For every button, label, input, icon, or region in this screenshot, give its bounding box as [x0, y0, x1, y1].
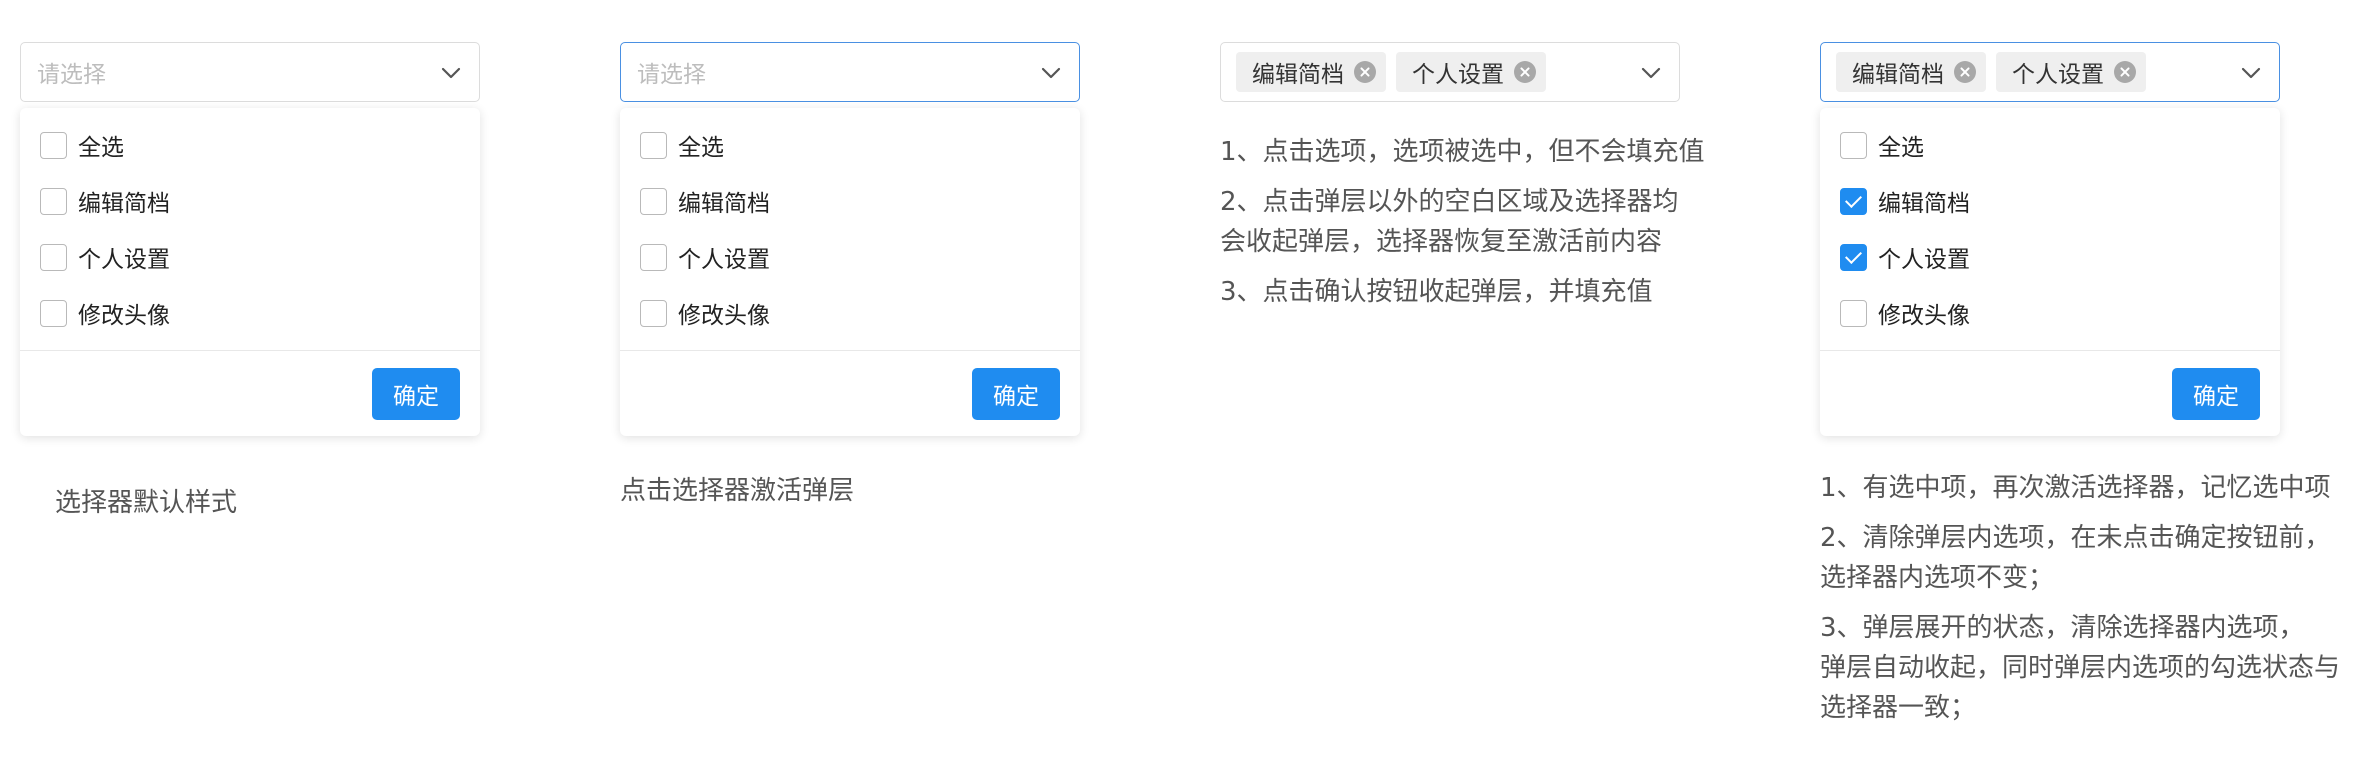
option-personal-settings[interactable]: 个人设置 [640, 237, 770, 277]
option-label: 修改头像 [678, 303, 770, 329]
option-label: 全选 [1878, 135, 1924, 161]
tag-close-icon[interactable] [1514, 61, 1536, 83]
confirm-button[interactable]: 确定 [372, 368, 460, 420]
option-label: 个人设置 [1878, 247, 1970, 273]
option-select-all[interactable]: 全选 [640, 125, 724, 165]
dropdown-panel: 全选 编辑简档 个人设置 修改头像 确定 [1820, 108, 2280, 436]
caption: 点击选择器激活弹层 [620, 476, 855, 506]
note-line: 选择器内选项不变； [1820, 563, 2055, 593]
dropdown-panel: 全选 编辑简档 个人设置 修改头像 确定 [20, 108, 480, 436]
notes: 1、有选中项，再次激活选择器，记忆选中项 2、清除弹层内选项，在未点击确定按钮前… [1820, 468, 2340, 738]
option-label: 编辑简档 [1878, 191, 1970, 217]
tag: 个人设置 [1996, 52, 2146, 92]
tag: 编辑简档 [1236, 52, 1386, 92]
chevron-down-icon[interactable] [439, 61, 463, 85]
tag-label: 个人设置 [2012, 62, 2104, 88]
option-label: 个人设置 [678, 247, 770, 273]
select-input[interactable]: 编辑简档 个人设置 [1820, 42, 2280, 102]
note-line: 1、有选中项，再次激活选择器，记忆选中项 [1820, 473, 2331, 503]
chevron-down-icon[interactable] [1639, 61, 1663, 85]
option-change-avatar[interactable]: 修改头像 [640, 293, 770, 333]
checkbox[interactable] [640, 243, 667, 271]
tag-label: 编辑简档 [1852, 62, 1944, 88]
chevron-down-icon[interactable] [2239, 61, 2263, 85]
divider [1820, 350, 2280, 351]
chevron-down-icon[interactable] [1039, 61, 1063, 85]
notes: 1、点击选项，选项被选中，但不会填充值 2、点击弹层以外的空白区域及选择器均 会… [1220, 132, 1705, 322]
tag-list: 编辑简档 个人设置 [1236, 52, 1546, 92]
divider [20, 350, 480, 351]
select-input[interactable]: 请选择 [620, 42, 1080, 102]
tag-close-icon[interactable] [1354, 61, 1376, 83]
checkbox[interactable] [40, 131, 67, 159]
divider [620, 350, 1080, 351]
option-label: 编辑简档 [678, 191, 770, 217]
option-select-all[interactable]: 全选 [40, 125, 124, 165]
note-line: 3、弹层展开的状态，清除选择器内选项， [1820, 613, 2305, 643]
checkbox[interactable] [640, 187, 667, 215]
note-line: 2、点击弹层以外的空白区域及选择器均 [1220, 187, 1679, 217]
option-personal-settings[interactable]: 个人设置 [40, 237, 170, 277]
tag: 编辑简档 [1836, 52, 1986, 92]
select-placeholder: 请选择 [637, 62, 706, 88]
option-edit-profile[interactable]: 编辑简档 [640, 181, 770, 221]
checkbox[interactable] [1840, 299, 1867, 327]
option-personal-settings[interactable]: 个人设置 [1840, 237, 1970, 277]
checkbox[interactable] [640, 299, 667, 327]
tag-label: 编辑简档 [1252, 62, 1344, 88]
option-label: 修改头像 [78, 303, 170, 329]
note-line: 1、点击选项，选项被选中，但不会填充值 [1220, 137, 1705, 167]
option-label: 修改头像 [1878, 303, 1970, 329]
option-select-all[interactable]: 全选 [1840, 125, 1924, 165]
option-label: 全选 [678, 135, 724, 161]
note-line: 2、清除弹层内选项，在未点击确定按钮前， [1820, 523, 2331, 553]
caption: 选择器默认样式 [55, 488, 238, 518]
checkbox[interactable] [40, 187, 67, 215]
option-label: 个人设置 [78, 247, 170, 273]
option-change-avatar[interactable]: 修改头像 [40, 293, 170, 333]
option-label: 编辑简档 [78, 191, 170, 217]
select-placeholder: 请选择 [37, 62, 106, 88]
note-line: 3、点击确认按钮收起弹层，并填充值 [1220, 277, 1653, 307]
note-line: 选择器一致； [1820, 693, 1977, 723]
checkbox[interactable] [40, 299, 67, 327]
confirm-button[interactable]: 确定 [972, 368, 1060, 420]
checkbox[interactable] [40, 243, 67, 271]
checkbox-checked[interactable] [1840, 243, 1867, 271]
option-edit-profile[interactable]: 编辑简档 [40, 181, 170, 221]
checkbox[interactable] [1840, 131, 1867, 159]
option-edit-profile[interactable]: 编辑简档 [1840, 181, 1970, 221]
option-label: 全选 [78, 135, 124, 161]
select-input[interactable]: 请选择 [20, 42, 480, 102]
select-input[interactable]: 编辑简档 个人设置 [1220, 42, 1680, 102]
checkbox[interactable] [640, 131, 667, 159]
note-line: 会收起弹层，选择器恢复至激活前内容 [1220, 227, 1663, 257]
tag: 个人设置 [1396, 52, 1546, 92]
dropdown-panel: 全选 编辑简档 个人设置 修改头像 确定 [620, 108, 1080, 436]
tag-close-icon[interactable] [1954, 61, 1976, 83]
tag-close-icon[interactable] [2114, 61, 2136, 83]
note-line: 弹层自动收起，同时弹层内选项的勾选状态与 [1820, 653, 2341, 683]
option-change-avatar[interactable]: 修改头像 [1840, 293, 1970, 333]
tag-label: 个人设置 [1412, 62, 1504, 88]
tag-list: 编辑简档 个人设置 [1836, 52, 2146, 92]
confirm-button[interactable]: 确定 [2172, 368, 2260, 420]
checkbox-checked[interactable] [1840, 187, 1867, 215]
